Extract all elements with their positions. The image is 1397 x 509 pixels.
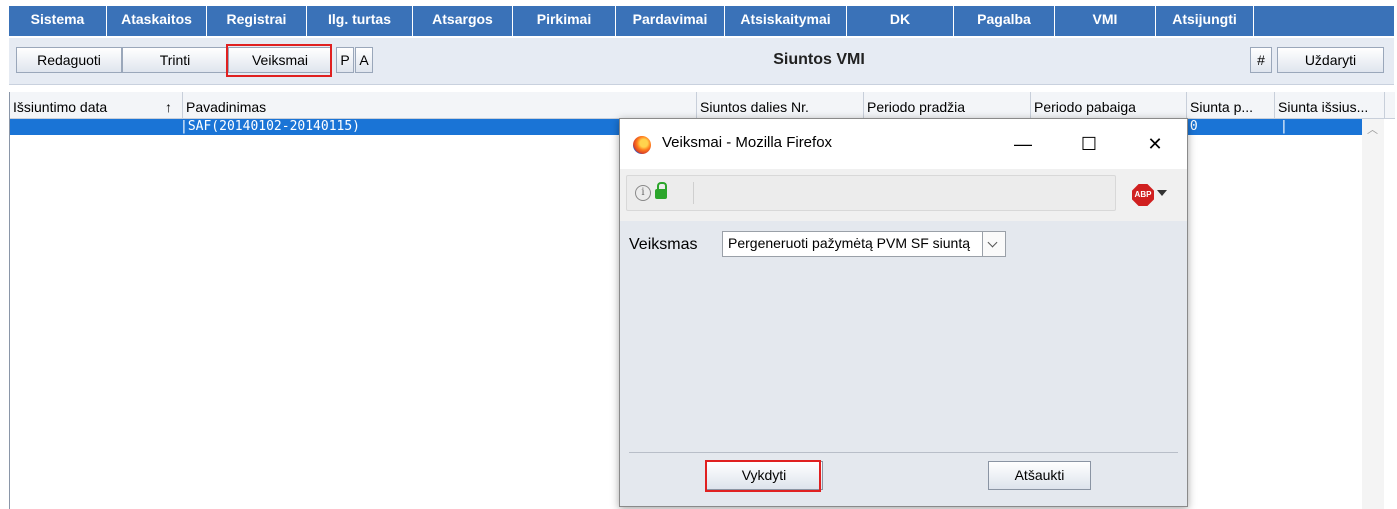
action-select[interactable]: Pergeneruoti pažymėtą PVM SF siuntą [722,231,1006,257]
dialog-titlebar[interactable]: Veiksmai - Mozilla Firefox — ☐ ✕ [620,119,1187,169]
main-menu-bar: Sistema Ataskaitos Registrai Ilg. turtas… [0,0,1397,37]
url-separator [693,182,694,204]
menu-registrai[interactable]: Registrai [207,6,307,36]
action-select-value: Pergeneruoti pažymėtą PVM SF siuntą [728,235,971,251]
column-header-period-end[interactable]: Periodo pabaiga [1031,92,1187,118]
dropdown-arrow-icon[interactable] [982,232,1005,256]
hash-button[interactable]: # [1250,47,1272,73]
actions-dialog: Veiksmai - Mozilla Firefox — ☐ ✕ i ABP V… [619,118,1188,507]
edit-button[interactable]: Redaguoti [16,47,122,73]
column-header-period-start[interactable]: Periodo pradžia [864,92,1031,118]
menu-sistema[interactable]: Sistema [9,6,107,36]
column-header-part-no[interactable]: Siuntos dalies Nr. [697,92,864,118]
address-bar[interactable]: i [626,175,1116,211]
close-button[interactable]: Uždaryti [1277,47,1384,73]
column-header-siunta-issius[interactable]: Siunta išsius... [1275,92,1385,118]
actions-highlight [226,44,332,77]
menu-ataskaitos[interactable]: Ataskaitos [107,6,207,36]
maximize-button[interactable]: ☐ [1066,127,1112,161]
menu-atsijungti[interactable]: Atsijungti [1156,6,1254,36]
dialog-title: Veiksmai - Mozilla Firefox [662,134,833,151]
toolbar: Redaguoti Trinti Veiksmai P A Siuntos VM… [9,38,1394,85]
vertical-scrollbar[interactable]: ︿ [1362,119,1384,509]
menu-ilg-turtas[interactable]: Ilg. turtas [307,6,413,36]
menu-pirkimai[interactable]: Pirkimai [513,6,616,36]
dialog-close-button[interactable]: ✕ [1132,127,1178,161]
cell-siunta-issius: | [1280,119,1288,134]
menu-dk[interactable]: DK [847,6,954,36]
menu-atsargos[interactable]: Atsargos [413,6,513,36]
column-header-date-label: Išsiuntimo data [13,99,108,115]
lock-icon[interactable] [655,182,667,199]
menu-vmi[interactable]: VMI [1055,6,1156,36]
column-header-date[interactable]: Išsiuntimo data ↑ [10,92,183,118]
dialog-body: Veiksmas Pergeneruoti pažymėtą PVM SF si… [620,221,1187,506]
a-button[interactable]: A [355,47,373,73]
firefox-logo-icon [633,136,651,154]
address-bar-area: i ABP [620,169,1187,221]
adblock-icon[interactable]: ABP [1132,184,1154,206]
minimize-button[interactable]: — [1000,127,1046,161]
action-label: Veiksmas [629,236,698,253]
column-header-siunta-p[interactable]: Siunta p... [1187,92,1275,118]
divider [629,452,1178,453]
info-icon[interactable]: i [635,185,651,201]
grid-header: Išsiuntimo data ↑ Pavadinimas Siuntos da… [10,92,1395,119]
menu-atsiskaitymai[interactable]: Atsiskaitymai [725,6,847,36]
chevron-down-icon[interactable] [1157,190,1167,196]
execute-highlight [705,460,821,492]
cell-pavadinimas: |SAF(20140102-20140115) [180,119,361,134]
menu-pagalba[interactable]: Pagalba [954,6,1055,36]
cancel-button[interactable]: Atšaukti [988,461,1091,490]
chevron-up-icon[interactable]: ︿ [1367,121,1378,137]
column-header-name[interactable]: Pavadinimas [183,92,697,118]
menu-pardavimai[interactable]: Pardavimai [616,6,725,36]
delete-button[interactable]: Trinti [122,47,228,73]
main-menu: Sistema Ataskaitos Registrai Ilg. turtas… [9,6,1394,36]
sort-arrow-icon: ↑ [165,99,172,115]
page-title: Siuntos VMI [773,51,865,68]
p-button[interactable]: P [336,47,354,73]
